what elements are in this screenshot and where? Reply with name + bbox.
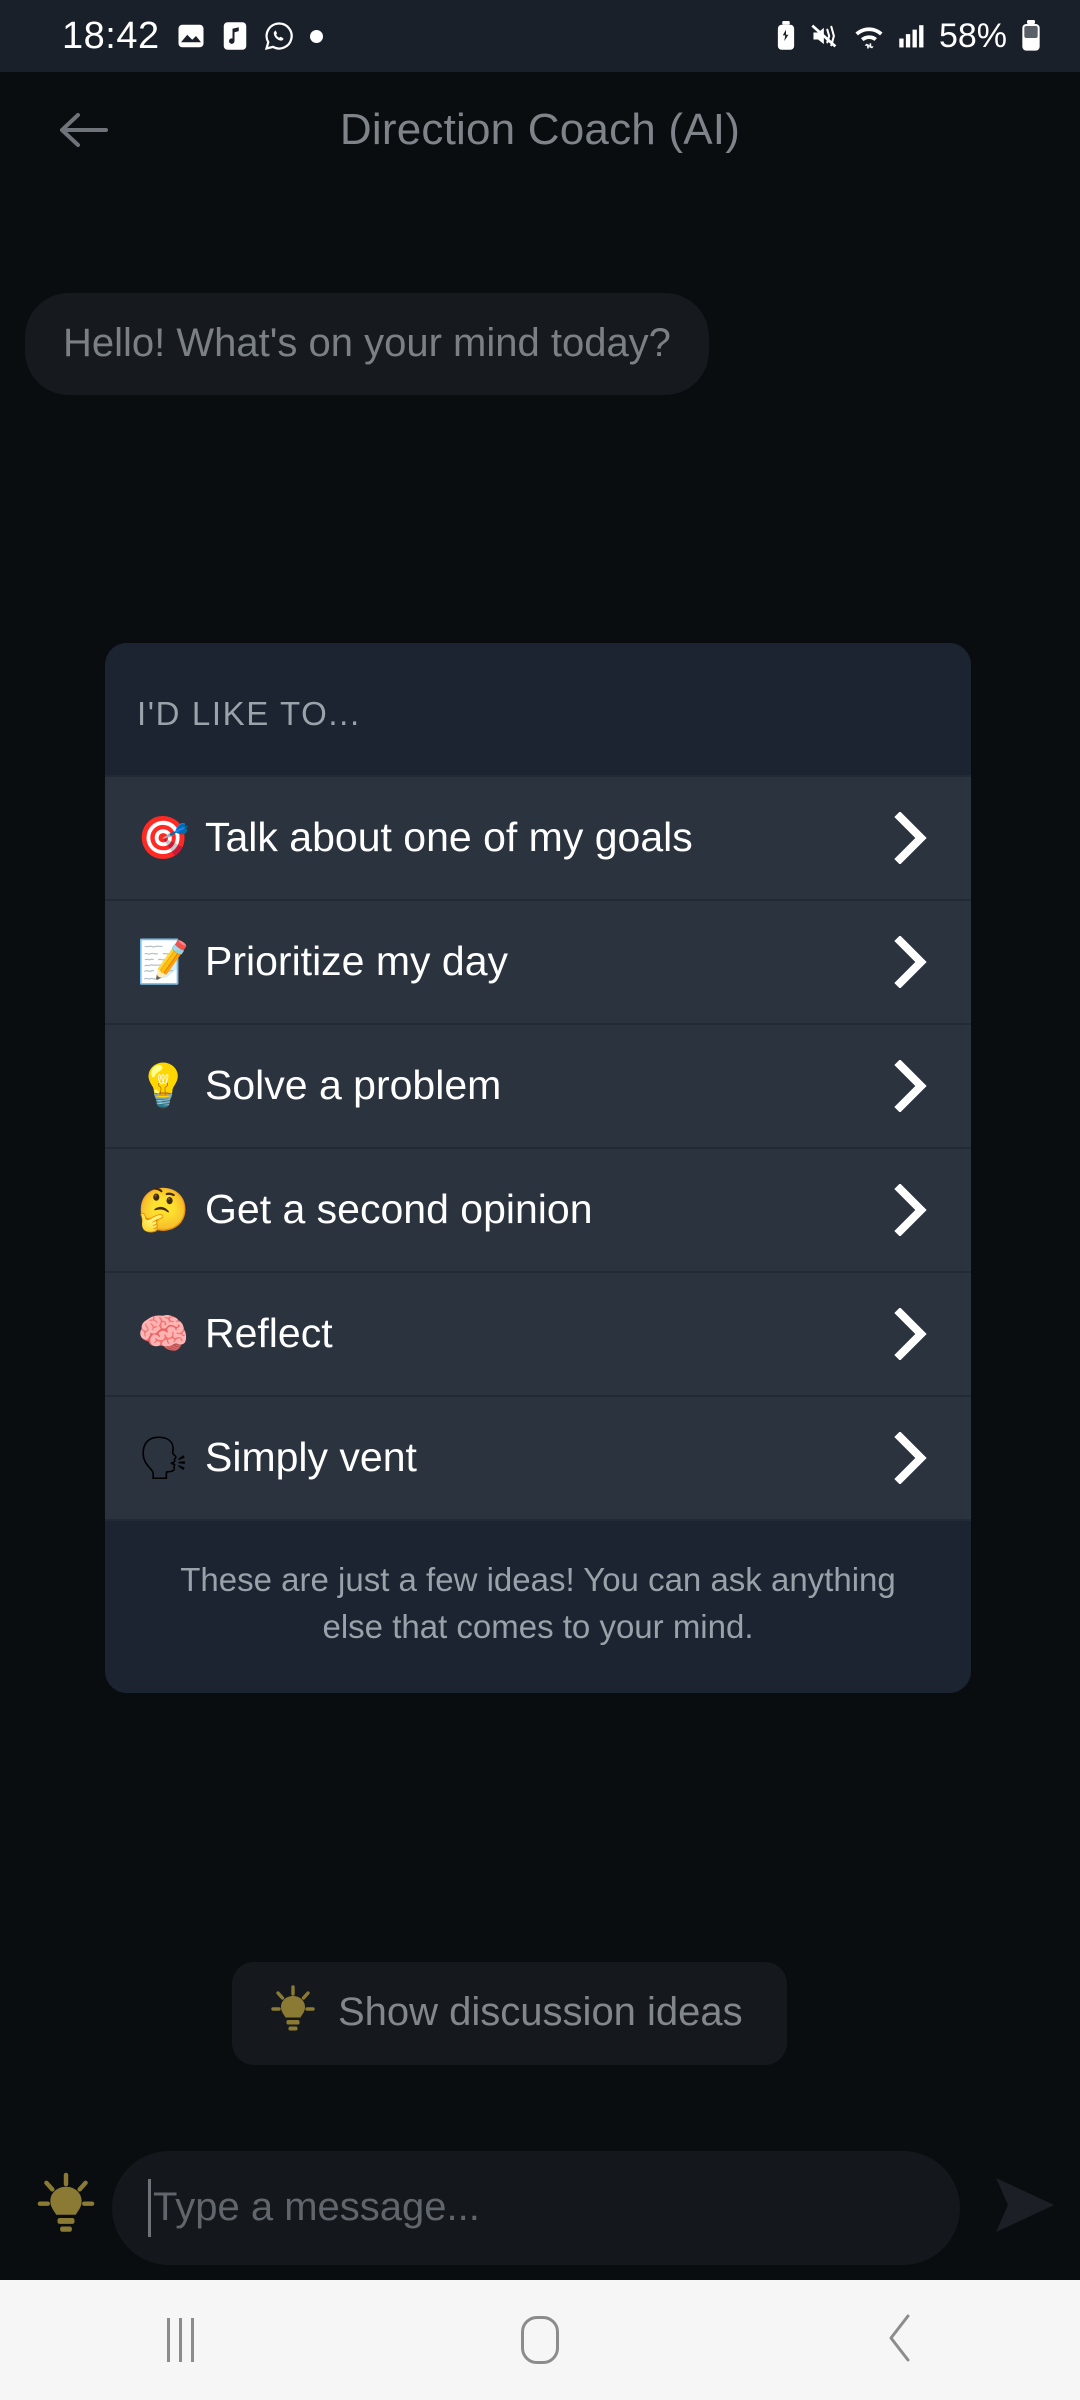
suggestion-option-reflect[interactable]: 🧠 Reflect <box>105 1271 971 1395</box>
suggestion-option-label: Solve a problem <box>205 1062 502 1109</box>
suggestion-option-label: Get a second opinion <box>205 1186 593 1233</box>
mute-vibrate-icon <box>810 22 840 50</box>
chevron-right-icon <box>881 1432 941 1484</box>
status-bar: 18:42 58% <box>0 0 1080 72</box>
message-input-field[interactable]: Type a message... <box>112 2150 960 2265</box>
system-nav-bar <box>0 2280 1080 2400</box>
wifi-icon <box>853 22 885 50</box>
thinking-face-emoji: 🤔 <box>137 1185 190 1234</box>
message-input-bar: Type a message... <box>0 2135 1080 2280</box>
back-button[interactable] <box>48 95 118 165</box>
suggestion-option-simply-vent[interactable]: 🗣 Simply vent <box>105 1395 971 1519</box>
battery-percent-label: 58% <box>938 16 1007 55</box>
status-bar-clock: 18:42 <box>62 14 160 57</box>
suggestion-option-label: Reflect <box>205 1310 333 1357</box>
back-chevron-icon <box>883 2312 917 2369</box>
suggestion-card-header: I'D LIKE TO... <box>105 643 971 775</box>
back-arrow-icon <box>60 113 108 147</box>
suggestion-card-heading: I'D LIKE TO... <box>137 695 361 732</box>
battery-saver-icon <box>775 21 797 51</box>
lightbulb-icon <box>270 1984 316 2041</box>
speaking-head-emoji: 🗣 <box>137 1433 191 1482</box>
chevron-right-icon <box>881 1060 941 1112</box>
recents-icon <box>166 2318 194 2362</box>
target-emoji: 🎯 <box>137 813 190 862</box>
status-bar-left: 18:42 <box>62 15 323 58</box>
suggestion-card-footnote: These are just a few ideas! You can ask … <box>180 1561 896 1645</box>
show-discussion-ideas-button[interactable]: Show discussion ideas <box>232 1962 787 2065</box>
suggestion-card-footer: These are just a few ideas! You can ask … <box>105 1519 971 1693</box>
text-caret <box>148 2178 151 2237</box>
suggestion-card: I'D LIKE TO... 🎯 Talk about one of my go… <box>105 643 971 1693</box>
suggestion-option-solve-a-problem[interactable]: 💡 Solve a problem <box>105 1023 971 1147</box>
cellular-signal-icon <box>898 22 926 50</box>
phone-screen: 18:42 58% Direction Coach (AI) Hello! Wh… <box>0 0 1080 2400</box>
assistant-message-text: Hello! What's on your mind today? <box>63 321 671 365</box>
music-icon <box>222 21 248 51</box>
nav-recents-button[interactable] <box>0 2280 360 2400</box>
app-header: Direction Coach (AI) <box>0 72 1080 188</box>
chevron-right-icon <box>881 936 941 988</box>
lightbulb-emoji: 💡 <box>137 1061 190 1110</box>
send-icon <box>992 2174 1060 2241</box>
nav-back-button[interactable] <box>720 2280 1080 2400</box>
suggestion-option-label: Simply vent <box>205 1434 417 1481</box>
ideas-bulb-button[interactable] <box>20 2171 112 2244</box>
chevron-right-icon <box>881 1184 941 1236</box>
suggestion-option-label: Talk about one of my goals <box>205 814 693 861</box>
home-icon <box>521 2316 559 2364</box>
message-input-placeholder: Type a message... <box>153 2185 480 2229</box>
suggestion-option-get-a-second-opinion[interactable]: 🤔 Get a second opinion <box>105 1147 971 1271</box>
brain-emoji: 🧠 <box>137 1309 190 1358</box>
gallery-icon <box>176 21 206 51</box>
suggestion-option-label: Prioritize my day <box>205 938 509 985</box>
chevron-right-icon <box>881 812 941 864</box>
suggestion-option-prioritize-my-day[interactable]: 📝 Prioritize my day <box>105 899 971 1023</box>
chevron-right-icon <box>881 1308 941 1360</box>
lightbulb-icon <box>36 2171 96 2244</box>
battery-icon <box>1020 20 1042 52</box>
nav-home-button[interactable] <box>360 2280 720 2400</box>
whatsapp-icon <box>264 21 294 51</box>
notification-dot-icon <box>309 29 323 43</box>
assistant-message-bubble: Hello! What's on your mind today? <box>25 293 709 395</box>
suggestion-option-talk-about-goals[interactable]: 🎯 Talk about one of my goals <box>105 775 971 899</box>
page-title: Direction Coach (AI) <box>339 105 741 154</box>
show-discussion-ideas-label: Show discussion ideas <box>338 1990 743 2034</box>
send-button[interactable] <box>972 2174 1080 2241</box>
status-bar-right: 58% <box>775 17 1042 56</box>
memo-emoji: 📝 <box>137 937 190 986</box>
